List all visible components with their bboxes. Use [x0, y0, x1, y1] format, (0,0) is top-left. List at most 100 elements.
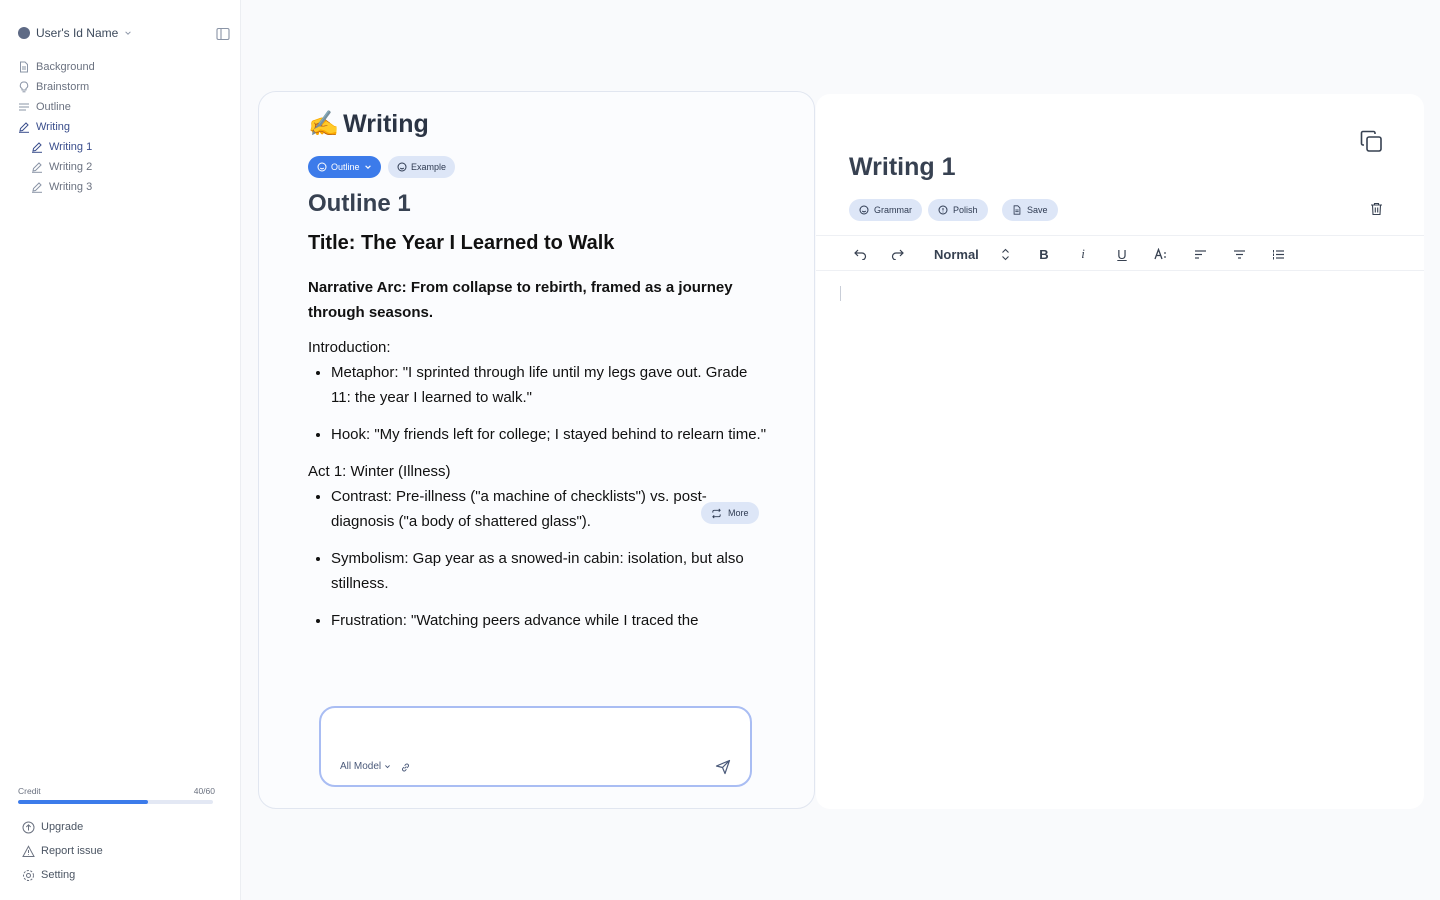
upgrade-link[interactable]: Upgrade — [22, 815, 103, 839]
chevron-down-icon — [125, 31, 132, 35]
redo-icon — [891, 249, 904, 260]
send-icon[interactable] — [715, 759, 731, 775]
grammar-label: Grammar — [874, 205, 912, 215]
numbered-list-icon — [1272, 249, 1284, 259]
pen-icon — [32, 142, 42, 153]
report-issue-link[interactable]: Report issue — [22, 839, 103, 863]
chevron-down-icon — [385, 765, 391, 769]
grammar-button[interactable]: Grammar — [849, 199, 922, 221]
panel-title-text: Writing — [343, 110, 429, 138]
sidebar-bottom-nav: Upgrade Report issue Setting — [22, 815, 103, 887]
lines-icon — [19, 103, 29, 111]
italic-button[interactable]: i — [1076, 245, 1090, 263]
text-caret — [840, 286, 841, 301]
sidebar-toggle-icon[interactable] — [216, 27, 230, 41]
model-label: All Model — [340, 761, 382, 772]
info-icon — [938, 205, 948, 215]
save-label: Save — [1027, 205, 1048, 215]
setting-link[interactable]: Setting — [22, 863, 103, 887]
sidebar-item-writing-2[interactable]: Writing 2 — [18, 157, 228, 177]
document-icon — [1013, 205, 1021, 215]
editor-panel: Writing 1 Grammar Polish Save Normal B i… — [816, 94, 1424, 809]
undo-icon — [853, 249, 866, 260]
user-menu[interactable]: User's Id Name — [18, 26, 132, 40]
trash-icon[interactable] — [1370, 202, 1383, 216]
credit-meter: Credit 40/60 — [18, 786, 215, 804]
arrow-up-circle-icon — [22, 821, 35, 833]
warning-triangle-icon — [22, 844, 35, 857]
align-center-icon — [1233, 249, 1245, 259]
polish-button[interactable]: Polish — [928, 199, 988, 221]
font-size-button[interactable] — [1153, 245, 1169, 263]
more-label: More — [728, 508, 749, 518]
chevron-updown-icon — [1002, 248, 1009, 260]
outline-dropdown-button[interactable]: Outline — [308, 156, 381, 178]
link-icon[interactable] — [400, 762, 411, 773]
font-size-icon — [1154, 248, 1166, 260]
smile-icon — [859, 205, 869, 215]
more-button[interactable]: More — [701, 502, 759, 524]
list-item: Frustration: "Watching peers advance whi… — [331, 608, 768, 633]
repeat-icon — [712, 508, 721, 518]
sidebar-item-background[interactable]: Background — [18, 57, 228, 77]
sidebar-item-outline[interactable]: Outline — [18, 97, 228, 117]
document-title: Writing 1 — [849, 153, 956, 181]
panel-title: ✍️ Writing — [308, 110, 429, 139]
sidebar-item-label: Writing 3 — [49, 181, 93, 193]
outline-panel: ✍️ Writing Outline Example Outline 1 Tit… — [258, 91, 815, 809]
credit-bar-fill — [18, 800, 148, 804]
sidebar: User's Id Name Background Brainstorm Out… — [0, 0, 241, 900]
credit-label: Credit — [18, 786, 41, 796]
example-pill-label: Example — [411, 162, 447, 172]
numbered-list-button[interactable] — [1270, 245, 1286, 263]
chat-input[interactable] — [333, 716, 733, 754]
chevron-down-icon — [364, 165, 371, 169]
list-item: Symbolism: Gap year as a snowed-in cabin… — [331, 546, 768, 596]
list-item: Metaphor: "I sprinted through life until… — [331, 360, 768, 410]
example-button[interactable]: Example — [388, 156, 456, 178]
pen-icon — [32, 182, 42, 193]
text-style-value: Normal — [934, 246, 979, 262]
gear-icon — [23, 869, 34, 881]
bullet-list: Metaphor: "I sprinted through life until… — [331, 360, 768, 447]
text-style-select[interactable]: Normal — [934, 245, 1010, 263]
align-left-button[interactable] — [1192, 245, 1208, 263]
section-heading: Act 1: Winter (Illness) — [308, 463, 451, 480]
avatar — [18, 27, 30, 39]
editor-textarea[interactable] — [840, 286, 1400, 786]
align-center-button[interactable] — [1231, 245, 1247, 263]
smile-icon — [317, 162, 327, 172]
sidebar-nav: Background Brainstorm Outline Writing Wr… — [18, 57, 228, 197]
undo-button[interactable] — [852, 245, 868, 263]
underline-button[interactable]: U — [1115, 245, 1129, 263]
bold-icon: B — [1039, 246, 1049, 262]
upgrade-label: Upgrade — [41, 821, 84, 833]
save-button[interactable]: Save — [1002, 199, 1058, 221]
credit-bar — [18, 800, 213, 804]
outline-content[interactable]: Outline 1 Title: The Year I Learned to W… — [308, 190, 768, 685]
outline-pill-label: Outline — [331, 162, 360, 172]
sidebar-item-writing-3[interactable]: Writing 3 — [18, 177, 228, 197]
bold-button[interactable]: B — [1037, 245, 1051, 263]
pen-icon — [19, 122, 29, 133]
sidebar-item-label: Brainstorm — [36, 81, 90, 93]
setting-label: Setting — [41, 869, 76, 881]
list-item: Hook: "My friends left for college; I st… — [331, 422, 768, 447]
writing-emoji: ✍️ — [308, 110, 340, 138]
smile-icon — [397, 162, 407, 172]
chat-box: All Model — [319, 706, 752, 787]
editor-toolbar: Normal B i U — [816, 235, 1424, 271]
sidebar-item-writing-1[interactable]: Writing 1 — [18, 137, 228, 157]
lightbulb-icon — [19, 81, 29, 93]
redo-button[interactable] — [889, 245, 905, 263]
sidebar-item-label: Writing 2 — [49, 161, 93, 173]
outline-heading: Outline 1 — [308, 190, 411, 217]
italic-icon: i — [1081, 246, 1085, 261]
user-name: User's Id Name — [36, 26, 119, 40]
polish-label: Polish — [953, 205, 978, 215]
sidebar-item-brainstorm[interactable]: Brainstorm — [18, 77, 228, 97]
pen-icon — [32, 162, 42, 173]
sidebar-item-writing[interactable]: Writing — [18, 117, 228, 137]
model-selector[interactable]: All Model — [340, 761, 391, 772]
copy-icon[interactable] — [1359, 129, 1384, 154]
